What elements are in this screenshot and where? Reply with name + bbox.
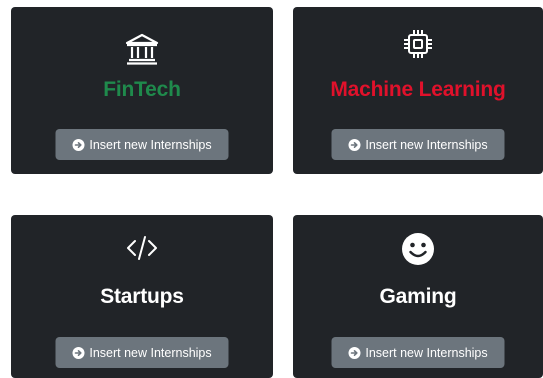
card-title: Machine Learning — [330, 78, 506, 101]
card-title: Gaming — [379, 285, 457, 308]
card-title: FinTech — [103, 78, 181, 101]
bank-icon — [11, 31, 273, 67]
insert-internships-button[interactable]: Insert new Internships — [55, 129, 229, 160]
arrow-right-circle-icon — [348, 138, 361, 151]
code-icon — [11, 230, 273, 266]
card-fintech: FinTech Insert new Internships — [11, 7, 273, 174]
button-label: Insert new Internships — [365, 345, 488, 360]
smiley-icon — [293, 231, 543, 267]
card-startups: Startups Insert new Internships — [11, 215, 273, 378]
button-label: Insert new Internships — [89, 345, 212, 360]
card-gaming: Gaming Insert new Internships — [293, 215, 543, 378]
insert-internships-button[interactable]: Insert new Internships — [55, 337, 229, 368]
arrow-right-circle-icon — [72, 138, 85, 151]
arrow-right-circle-icon — [348, 346, 361, 359]
button-label: Insert new Internships — [89, 137, 212, 152]
card-title: Startups — [100, 285, 184, 308]
chip-icon — [293, 26, 543, 62]
button-label: Insert new Internships — [365, 137, 488, 152]
insert-internships-button[interactable]: Insert new Internships — [331, 337, 505, 368]
card-machine-learning: Machine Learning Insert new Internships — [293, 7, 543, 174]
arrow-right-circle-icon — [72, 346, 85, 359]
insert-internships-button[interactable]: Insert new Internships — [331, 129, 505, 160]
